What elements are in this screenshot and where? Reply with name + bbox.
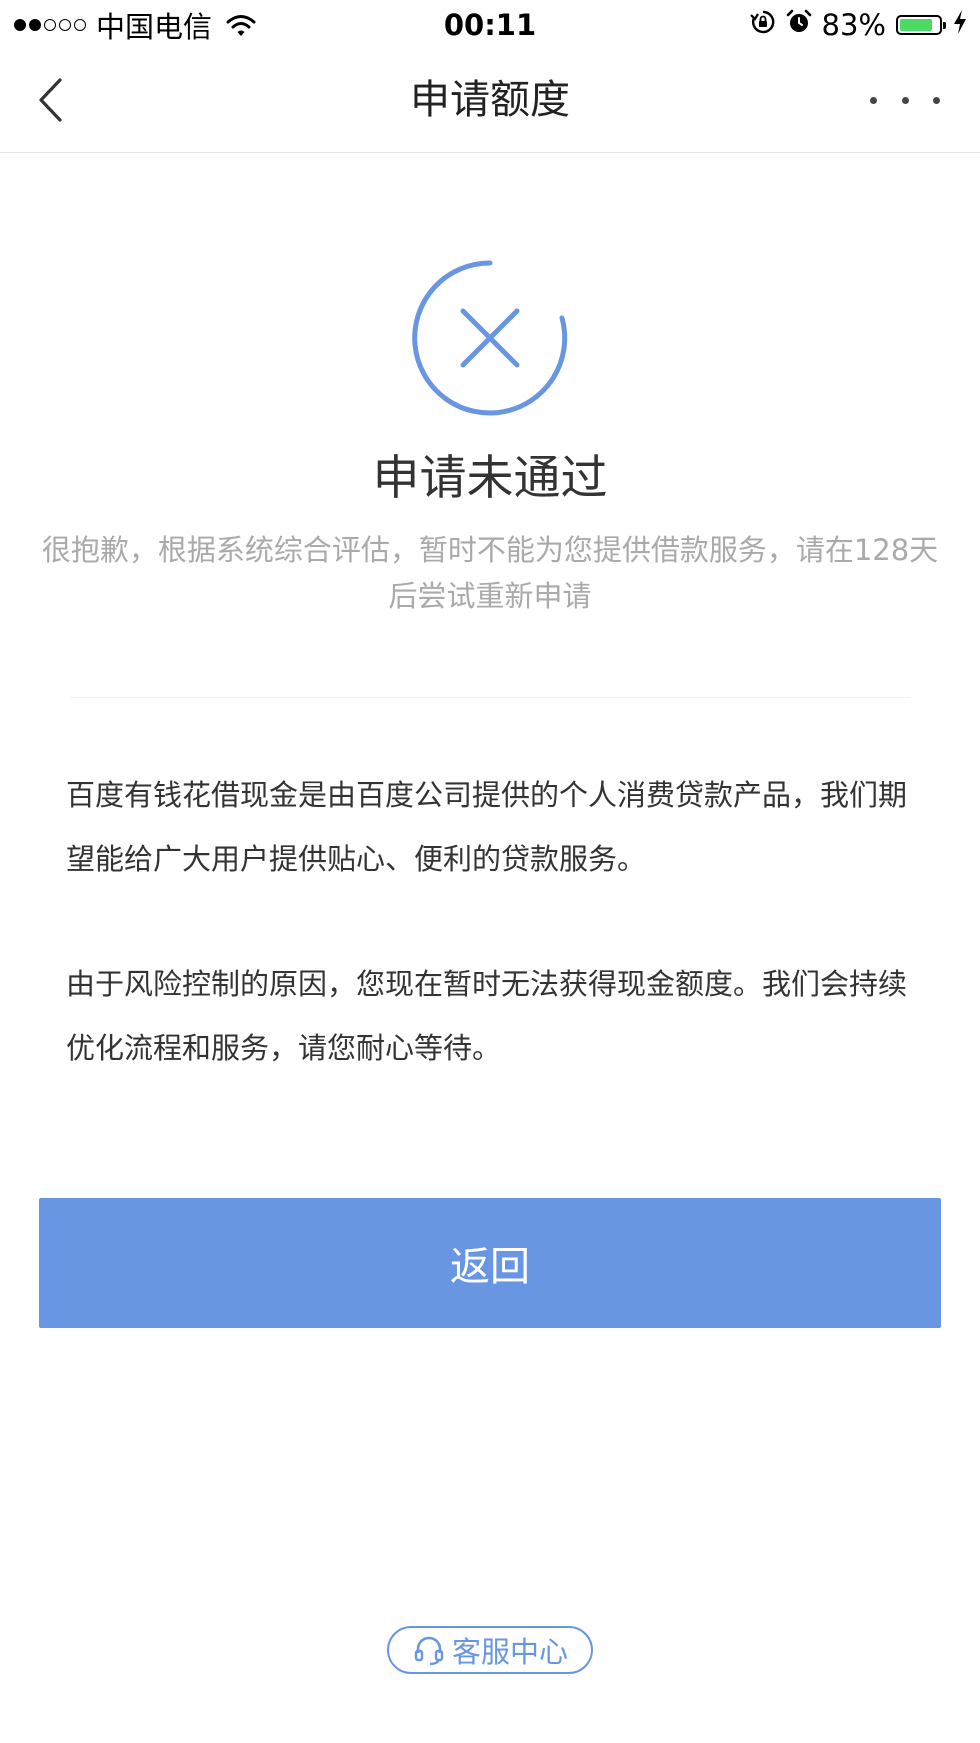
battery-icon (896, 15, 946, 35)
status-bar: 中国电信 00:11 83% (0, 0, 980, 50)
close-circle-icon (410, 258, 570, 418)
battery-percentage: 83% (821, 8, 886, 42)
charging-icon (952, 8, 968, 42)
divider (70, 697, 910, 698)
risk-info-paragraph: 由于风险控制的原因，您现在暂时无法获得现金额度。我们会持续优化流程和服务，请您耐… (66, 967, 908, 1065)
orientation-lock-icon (749, 8, 776, 42)
customer-service-button[interactable]: 客服中心 (387, 1626, 593, 1674)
more-options-button[interactable] (870, 72, 940, 128)
status-right: 83% (749, 6, 968, 44)
more-dots-icon (870, 96, 877, 104)
more-dots-icon (901, 96, 909, 104)
headset-icon (412, 1633, 446, 1667)
nav-bar: 申请额度 (0, 50, 980, 153)
customer-service-label: 客服中心 (451, 1635, 568, 1669)
product-info-paragraph: 百度有钱花借现金是由百度公司提供的个人消费贷款产品，我们期望能给广大用户提供贴心… (66, 778, 908, 876)
battery-level (900, 19, 932, 31)
result-description: 很抱歉，根据系统综合评估，暂时不能为您提供借款服务，请在128天后尝试重新申请 (41, 533, 939, 613)
more-dots-icon (933, 96, 940, 104)
alarm-icon (786, 8, 812, 42)
page-title: 申请额度 (410, 77, 570, 123)
return-button[interactable]: 返回 (39, 1198, 941, 1328)
result-title: 申请未通过 (372, 451, 608, 506)
